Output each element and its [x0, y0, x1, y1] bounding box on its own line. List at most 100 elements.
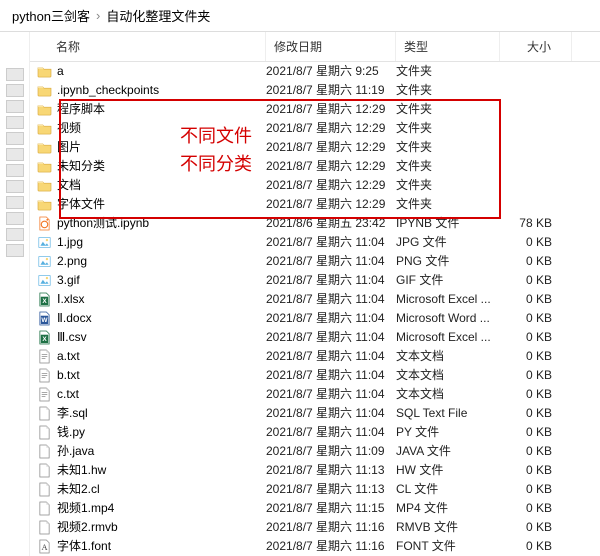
file-row[interactable]: 钱.py2021/8/7 星期六 11:04PY 文件0 KB: [30, 423, 600, 442]
file-row[interactable]: b.txt2021/8/7 星期六 11:04文本文档0 KB: [30, 366, 600, 385]
svg-text:A: A: [41, 543, 47, 552]
file-type: PNG 文件: [396, 252, 500, 271]
file-name: 字体1.font: [57, 537, 111, 556]
file-row[interactable]: a.txt2021/8/7 星期六 11:04文本文档0 KB: [30, 347, 600, 366]
file-date: 2021/8/7 星期六 12:29: [266, 138, 396, 157]
file-type: 文件夹: [396, 195, 500, 214]
file-row[interactable]: A 字体1.font2021/8/7 星期六 11:16FONT 文件0 KB: [30, 537, 600, 556]
file-row[interactable]: 视频2.rmvb2021/8/7 星期六 11:16RMVB 文件0 KB: [30, 518, 600, 537]
sidebar-thumbnail[interactable]: [6, 100, 24, 113]
sidebar-thumbnail[interactable]: [6, 164, 24, 177]
file-name: .ipynb_checkpoints: [57, 81, 159, 100]
file-size: 0 KB: [500, 499, 572, 518]
column-header-size[interactable]: 大小: [500, 32, 572, 61]
breadcrumb[interactable]: python三剑客 › 自动化整理文件夹: [0, 0, 600, 32]
file-row[interactable]: 未知分类2021/8/7 星期六 12:29文件夹: [30, 157, 600, 176]
column-header-date[interactable]: 修改日期: [266, 32, 396, 61]
file-date: 2021/8/7 星期六 12:29: [266, 100, 396, 119]
file-name: b.txt: [57, 366, 80, 385]
file-date: 2021/8/7 星期六 11:04: [266, 328, 396, 347]
sidebar-thumbnails: [0, 32, 30, 556]
file-date: 2021/8/7 星期六 11:04: [266, 385, 396, 404]
excel-icon: X: [36, 330, 52, 346]
file-size: 0 KB: [500, 518, 572, 537]
file-list-panel: 名称 修改日期 类型 大小 a2021/8/7 星期六 9:25文件夹 .ipy…: [30, 32, 600, 556]
file-row[interactable]: a2021/8/7 星期六 9:25文件夹: [30, 62, 600, 81]
file-row[interactable]: W Ⅱ.docx2021/8/7 星期六 11:04Microsoft Word…: [30, 309, 600, 328]
folder-icon: [36, 83, 52, 99]
file-size: 0 KB: [500, 404, 572, 423]
file-name: 字体文件: [57, 195, 105, 214]
image-icon: [36, 273, 52, 289]
file-icon: [36, 406, 52, 422]
file-size: 0 KB: [500, 480, 572, 499]
folder-icon: [36, 140, 52, 156]
sidebar-thumbnail[interactable]: [6, 84, 24, 97]
file-row[interactable]: 2.png 2021/8/7 星期六 11:04PNG 文件0 KB: [30, 252, 600, 271]
file-icon: [36, 520, 52, 536]
file-row[interactable]: 视频1.mp42021/8/7 星期六 11:15MP4 文件0 KB: [30, 499, 600, 518]
file-name: 2.png: [57, 252, 87, 271]
file-name: 1.jpg: [57, 233, 83, 252]
breadcrumb-separator-icon: ›: [96, 8, 100, 23]
image-icon: [36, 235, 52, 251]
sidebar-thumbnail[interactable]: [6, 68, 24, 81]
file-name: 图片: [57, 138, 81, 157]
file-date: 2021/8/7 星期六 11:04: [266, 252, 396, 271]
file-size: 0 KB: [500, 252, 572, 271]
breadcrumb-segment[interactable]: python三剑客: [12, 6, 90, 25]
sidebar-thumbnail[interactable]: [6, 196, 24, 209]
file-icon: [36, 463, 52, 479]
file-type: FONT 文件: [396, 537, 500, 556]
file-row[interactable]: 孙.java2021/8/7 星期六 11:09JAVA 文件0 KB: [30, 442, 600, 461]
column-header-type[interactable]: 类型: [396, 32, 500, 61]
file-row[interactable]: 程序脚本2021/8/7 星期六 12:29文件夹: [30, 100, 600, 119]
file-type: 文本文档: [396, 385, 500, 404]
file-row[interactable]: .ipynb_checkpoints2021/8/7 星期六 11:19文件夹: [30, 81, 600, 100]
file-date: 2021/8/7 星期六 11:13: [266, 480, 396, 499]
file-name: a.txt: [57, 347, 80, 366]
font-icon: A: [36, 539, 52, 555]
file-icon: [36, 482, 52, 498]
file-row[interactable]: X Ⅰ.xlsx2021/8/7 星期六 11:04Microsoft Exce…: [30, 290, 600, 309]
file-row[interactable]: c.txt2021/8/7 星期六 11:04文本文档0 KB: [30, 385, 600, 404]
file-name: 李.sql: [57, 404, 88, 423]
file-size: 0 KB: [500, 442, 572, 461]
file-name: 视频1.mp4: [57, 499, 114, 518]
file-type: Microsoft Word ...: [396, 309, 500, 328]
file-icon: [36, 501, 52, 517]
file-row[interactable]: 视频2021/8/7 星期六 12:29文件夹: [30, 119, 600, 138]
sidebar-thumbnail[interactable]: [6, 148, 24, 161]
svg-text:X: X: [42, 336, 47, 343]
file-row[interactable]: 图片2021/8/7 星期六 12:29文件夹: [30, 138, 600, 157]
file-name: 程序脚本: [57, 100, 105, 119]
sidebar-thumbnail[interactable]: [6, 116, 24, 129]
sidebar-thumbnail[interactable]: [6, 132, 24, 145]
file-name: 未知2.cl: [57, 480, 100, 499]
file-row[interactable]: 1.jpg2021/8/7 星期六 11:04JPG 文件0 KB: [30, 233, 600, 252]
sidebar-thumbnail[interactable]: [6, 228, 24, 241]
file-row[interactable]: X Ⅲ.csv2021/8/7 星期六 11:04Microsoft Excel…: [30, 328, 600, 347]
file-row[interactable]: 字体文件2021/8/7 星期六 12:29文件夹: [30, 195, 600, 214]
file-row[interactable]: 文档2021/8/7 星期六 12:29文件夹: [30, 176, 600, 195]
file-size: 0 KB: [500, 385, 572, 404]
file-icon: [36, 425, 52, 441]
file-row[interactable]: 未知2.cl2021/8/7 星期六 11:13CL 文件0 KB: [30, 480, 600, 499]
word-icon: W: [36, 311, 52, 327]
file-date: 2021/8/7 星期六 12:29: [266, 157, 396, 176]
text-icon: [36, 387, 52, 403]
sidebar-thumbnail[interactable]: [6, 244, 24, 257]
file-date: 2021/8/7 星期六 11:04: [266, 347, 396, 366]
file-row[interactable]: 李.sql2021/8/7 星期六 11:04SQL Text File0 KB: [30, 404, 600, 423]
sidebar-thumbnail[interactable]: [6, 180, 24, 193]
file-date: 2021/8/7 星期六 9:25: [266, 62, 396, 81]
file-type: GIF 文件: [396, 271, 500, 290]
file-row[interactable]: python测试.ipynb2021/8/6 星期五 23:42IPYNB 文件…: [30, 214, 600, 233]
file-row[interactable]: 3.gif2021/8/7 星期六 11:04GIF 文件0 KB: [30, 271, 600, 290]
breadcrumb-segment[interactable]: 自动化整理文件夹: [106, 6, 210, 25]
file-row[interactable]: 未知1.hw2021/8/7 星期六 11:13HW 文件0 KB: [30, 461, 600, 480]
file-size: 0 KB: [500, 366, 572, 385]
column-header-name[interactable]: 名称: [30, 32, 266, 61]
file-type: JAVA 文件: [396, 442, 500, 461]
sidebar-thumbnail[interactable]: [6, 212, 24, 225]
